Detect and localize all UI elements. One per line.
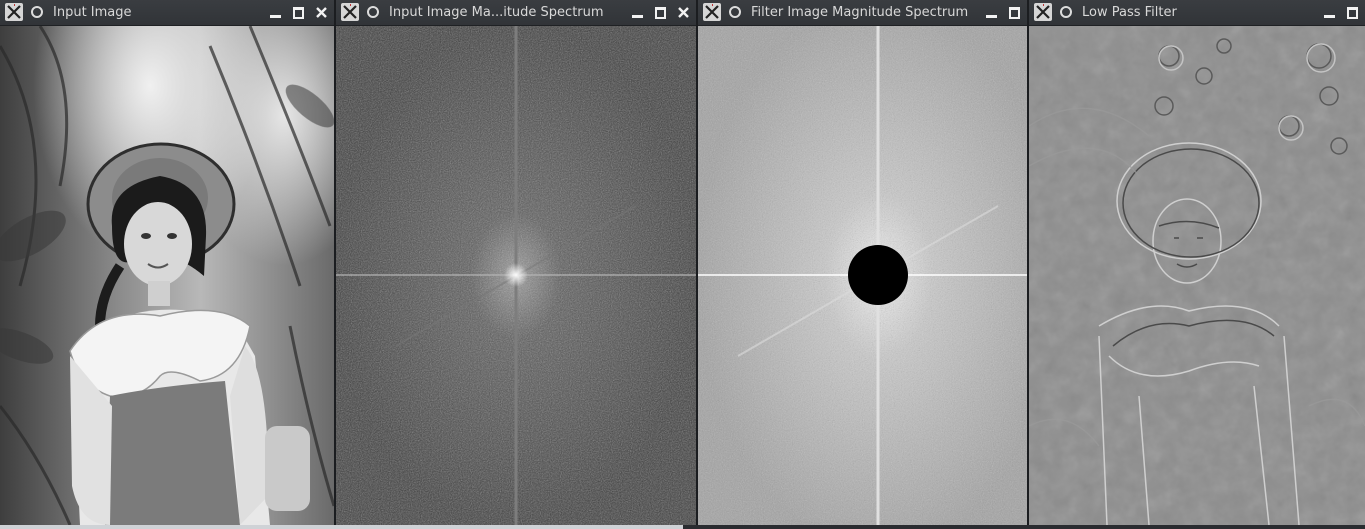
window-input-image[interactable]: Input Image xyxy=(0,0,334,525)
maximize-icon[interactable] xyxy=(652,3,669,22)
x11-app-icon[interactable] xyxy=(341,3,359,21)
window-title: Input Image Ma...itude Spectrum xyxy=(389,5,604,20)
window-title: Low Pass Filter xyxy=(1082,5,1177,20)
titlebar[interactable]: Low Pass Filter xyxy=(1029,0,1365,26)
window-filter-spectrum[interactable]: Filter Image Magnitude Spectrum xyxy=(698,0,1027,525)
x11-app-icon[interactable] xyxy=(703,3,721,21)
pin-icon[interactable] xyxy=(729,6,741,18)
taskbar-strip xyxy=(0,525,1365,529)
window-title: Filter Image Magnitude Spectrum xyxy=(751,5,969,20)
maximize-icon[interactable] xyxy=(1006,3,1023,22)
input-spectrum-canvas xyxy=(336,26,696,525)
pin-icon[interactable] xyxy=(31,6,43,18)
taskbar-accent xyxy=(0,525,683,529)
input-image-canvas xyxy=(0,26,334,525)
x11-app-icon[interactable] xyxy=(1034,3,1052,21)
minimize-icon[interactable] xyxy=(629,3,646,22)
minimize-icon[interactable] xyxy=(983,3,1000,22)
minimize-icon[interactable] xyxy=(267,3,284,22)
pin-icon[interactable] xyxy=(367,6,379,18)
low-pass-output-canvas xyxy=(1029,26,1365,525)
filter-mask xyxy=(848,245,908,305)
maximize-icon[interactable] xyxy=(290,3,307,22)
x11-app-icon[interactable] xyxy=(5,3,23,21)
close-icon[interactable] xyxy=(313,3,330,22)
titlebar[interactable]: Input Image xyxy=(0,0,334,26)
minimize-icon[interactable] xyxy=(1321,3,1338,22)
maximize-icon[interactable] xyxy=(1344,3,1361,22)
window-title: Input Image xyxy=(53,5,132,20)
window-input-spectrum[interactable]: Input Image Ma...itude Spectrum xyxy=(336,0,696,525)
filter-spectrum-canvas xyxy=(698,26,1027,525)
pin-icon[interactable] xyxy=(1060,6,1072,18)
close-icon[interactable] xyxy=(675,3,692,22)
titlebar[interactable]: Input Image Ma...itude Spectrum xyxy=(336,0,696,26)
window-low-pass-filter[interactable]: Low Pass Filter xyxy=(1029,0,1365,525)
titlebar[interactable]: Filter Image Magnitude Spectrum xyxy=(698,0,1027,26)
